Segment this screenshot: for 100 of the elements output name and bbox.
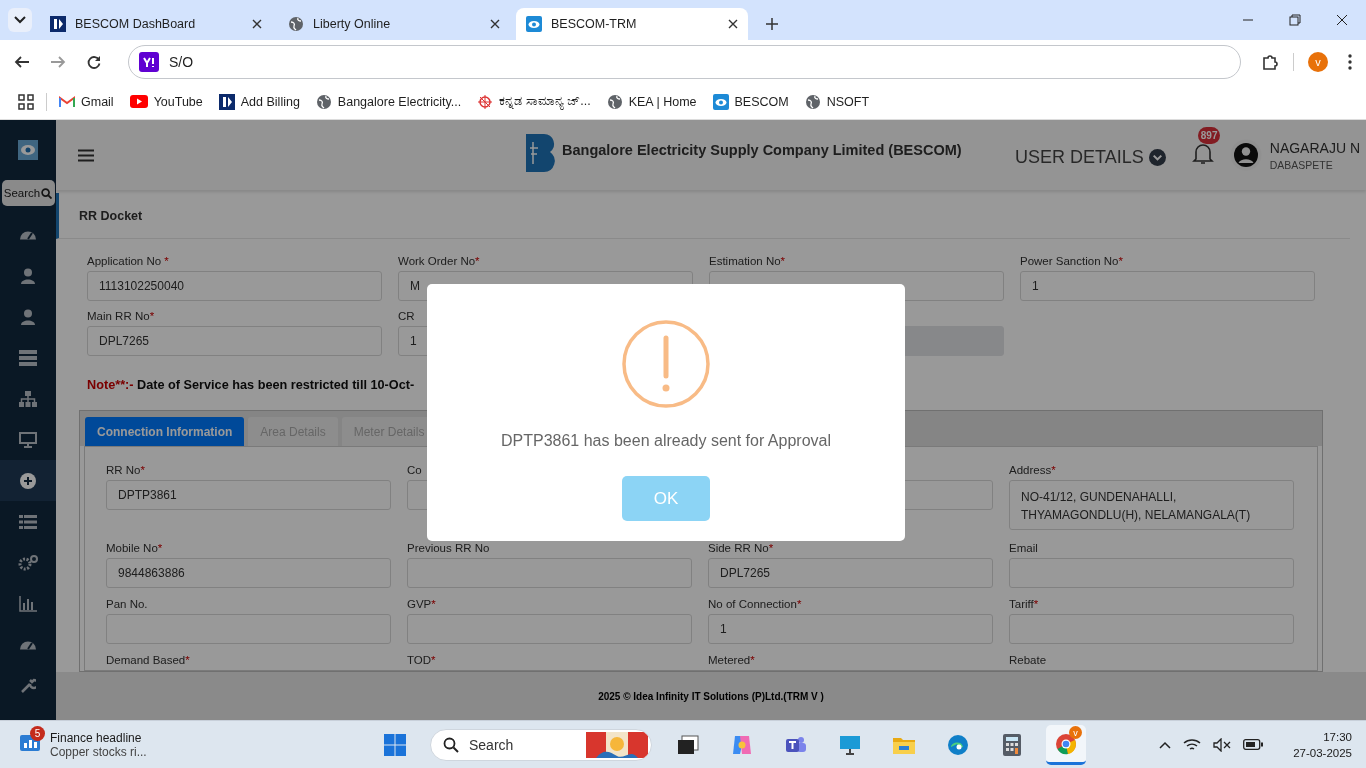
bell-icon[interactable] [1191, 141, 1214, 165]
field-label: Co [407, 464, 423, 478]
tab-search-button[interactable] [8, 8, 32, 32]
field-label: RR No* [106, 464, 146, 478]
building-icon [218, 93, 235, 110]
globe-icon [315, 93, 332, 110]
bookmark[interactable]: ಕನ್ನಡ ಸಾಮಾನ್ಯ ಜ್... [477, 93, 591, 110]
browser-tab[interactable]: BESCOM-TRM [516, 8, 748, 40]
user-name: NAGARAJU N [1269, 139, 1360, 156]
new-tab-icon[interactable] [766, 18, 778, 30]
reload-icon[interactable] [86, 54, 102, 70]
search-icon [41, 187, 53, 199]
field-label: Main RR No* [87, 310, 156, 324]
field-label: Pan No. [106, 598, 149, 612]
search-field[interactable]: Search [430, 729, 652, 761]
chevron-up-icon[interactable] [1159, 740, 1172, 749]
sidebar-item[interactable] [0, 460, 56, 501]
globe-icon [804, 93, 821, 110]
bookmark[interactable]: KEA | Home [606, 93, 697, 110]
bookmark[interactable]: Add Billing [218, 93, 300, 110]
input-field[interactable]: DPTP3861 [106, 480, 391, 510]
envelope-m-icon [59, 95, 75, 108]
page-title: RR Docket [79, 208, 143, 223]
cloud-logo-icon [526, 16, 542, 32]
address-field[interactable]: NO-41/12, GUNDENAHALLI, THYAMAGONDLU(H), NELAMANGALA(T) [1009, 480, 1294, 530]
footer-text: 2025 © Idea Infinity IT Solutions (P)Ltd.(TRM V ) [598, 690, 824, 702]
alert-message: DPTP3861 has been already sent for Approval [501, 432, 831, 450]
tab[interactable]: Connection Information [85, 417, 245, 446]
field-label: Work Order No* [398, 255, 481, 269]
bookmark[interactable]: Gmail [59, 94, 114, 109]
gauge-icon [19, 639, 37, 650]
folder-icon [893, 736, 915, 754]
field-label: Metered* [708, 654, 756, 668]
warning-icon [622, 320, 710, 408]
profile-badge: v [1069, 726, 1082, 739]
edge-icon [947, 734, 969, 756]
company-name: Bangalore Electricity Supply Company Limited (BESCOM) [562, 142, 962, 158]
bookmark[interactable]: Bangalore Electricity... [315, 93, 462, 110]
input-field[interactable]: 9844863886 [106, 558, 391, 588]
puzzle-icon[interactable] [1261, 53, 1279, 71]
taskbar-app[interactable]: v [1046, 725, 1086, 765]
input-field[interactable]: 1113102250040 [87, 271, 382, 301]
forward-icon[interactable] [50, 54, 66, 70]
logo-icon [18, 140, 38, 160]
field-label: TOD* [407, 654, 437, 668]
muted-speaker-icon[interactable] [1213, 737, 1232, 752]
windows-stack-icon [677, 735, 699, 755]
apps-grid-icon[interactable] [18, 93, 34, 110]
search-engine-icon [139, 52, 159, 72]
note-text: Note**:- Date of Service has been restricted till 10-Oct- [87, 378, 416, 392]
field-label: Application No * [87, 255, 170, 269]
server-icon [19, 349, 37, 366]
field-label: Estimation No* [709, 255, 787, 269]
input-field[interactable] [1009, 614, 1294, 644]
bookmark[interactable]: NSOFT [804, 93, 870, 110]
field-label: Previous RR No [407, 542, 491, 556]
input-field[interactable] [1009, 558, 1294, 588]
close-icon[interactable] [252, 19, 262, 29]
ribbon-icon [731, 734, 753, 756]
play-icon [129, 95, 148, 108]
field-label: GVP* [407, 598, 437, 612]
menu-icon[interactable] [78, 148, 94, 162]
notification-badge: 5 [30, 725, 45, 741]
close-icon[interactable] [728, 19, 738, 29]
gauge-icon [19, 229, 37, 240]
browser-tab[interactable]: Liberty Online [278, 8, 510, 40]
close-icon[interactable] [1336, 14, 1348, 26]
input-field[interactable]: DPL7265 [708, 558, 993, 588]
search-button[interactable]: Search [1, 180, 55, 206]
emblem-icon [477, 93, 494, 110]
input-field[interactable] [407, 558, 692, 588]
bookmark[interactable]: YouTube [129, 94, 203, 109]
menu-icon[interactable] [1348, 54, 1352, 70]
input-field[interactable]: 1 [1020, 271, 1315, 301]
bookmark[interactable]: BESCOM [712, 93, 789, 110]
field-label: Demand Based* [106, 654, 191, 668]
building-icon [50, 16, 66, 32]
wifi-icon[interactable] [1183, 737, 1202, 752]
browser-tab[interactable]: BESCOM DashBoard [40, 8, 272, 40]
input-field[interactable] [407, 614, 692, 644]
restore-icon[interactable] [1289, 14, 1301, 26]
clock[interactable]: 17:30 27-03-2025 [1293, 728, 1352, 761]
input-field[interactable] [106, 614, 391, 644]
user-icon [21, 308, 35, 325]
globe-icon [606, 93, 623, 110]
monitor-icon [19, 431, 37, 448]
calculator-icon [1003, 734, 1021, 756]
profile-avatar[interactable]: v [1308, 52, 1328, 72]
bar-chart-icon [19, 595, 37, 612]
field-label: Tariff* [1009, 598, 1040, 612]
cloud-logo-icon [712, 93, 729, 110]
battery-icon[interactable] [1243, 739, 1264, 750]
back-icon[interactable] [14, 54, 30, 70]
user-details-button[interactable]: USER DETAILS [1015, 146, 1166, 168]
close-icon[interactable] [490, 19, 500, 29]
input-field[interactable]: 1 [708, 614, 993, 644]
search-icon [443, 737, 459, 753]
input-field[interactable]: DPL7265 [87, 326, 382, 356]
wrench-icon [20, 677, 36, 694]
notification-badge: 897 [1197, 127, 1221, 144]
